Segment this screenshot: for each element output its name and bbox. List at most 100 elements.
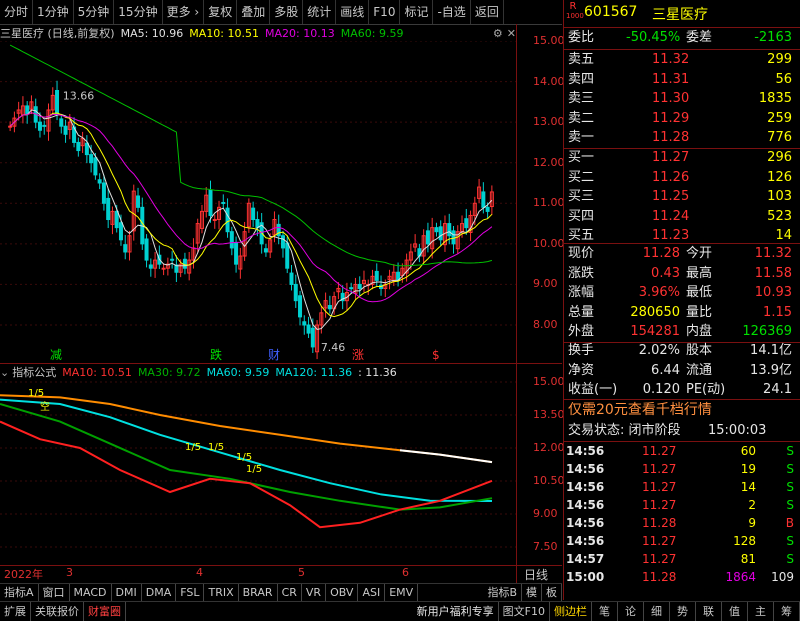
tick-side: S — [786, 444, 794, 458]
side-icon-6[interactable]: 主 — [748, 602, 774, 621]
close-chart-icon[interactable]: ✕ — [507, 27, 516, 40]
tab-8[interactable]: CR — [278, 584, 302, 602]
time-label-month-6: 6 — [402, 566, 409, 579]
period-label[interactable]: 日线 — [524, 566, 548, 583]
tick-row: 14:56 11.27 60 S — [566, 442, 798, 460]
candle-body — [451, 230, 456, 245]
bids-price: 11.26 — [652, 169, 690, 185]
expand-button[interactable]: 扩展 — [0, 602, 31, 621]
candle-body — [97, 179, 102, 184]
tab-0[interactable]: 指标A — [0, 584, 39, 602]
side-icon-1[interactable]: 论 — [618, 602, 644, 621]
toolbar-item-1[interactable]: 1分钟 — [33, 0, 74, 24]
stats-row: 总量 280650 量比 1.15 — [568, 303, 796, 323]
indicator-name[interactable]: 指标公式 — [12, 364, 56, 380]
time-label-year: 2022年 — [4, 568, 43, 581]
settings-gear-icon[interactable]: ⚙ — [493, 27, 503, 40]
asks-row: 卖三 11.30 1835 — [568, 89, 796, 109]
toolbar-item-9[interactable]: 画线 — [336, 0, 370, 24]
tick-row: 14:56 11.27 14 S — [566, 478, 798, 496]
sidebar-toggle[interactable]: 侧边栏 — [550, 602, 592, 621]
side-icon-0[interactable]: 笔 — [592, 602, 618, 621]
stats2-label-2: PE(动) — [686, 382, 726, 398]
tab-1[interactable]: 窗口 — [39, 584, 70, 602]
stats2-row: 收益(一) 0.120 PE(动) 24.1 — [568, 380, 796, 400]
stats2-label-1: 净资 — [568, 362, 595, 378]
asks-label: 卖二 — [568, 110, 595, 126]
tick-row: 14:57 11.27 81 S — [566, 550, 798, 568]
indicator-tabs: 指标A 窗口 MACD DMI DMA FSL TRIX BRAR CR VR OBV ASI EMV 指… — [0, 583, 562, 602]
side-icon-3[interactable]: 势 — [670, 602, 696, 621]
time-label-month-5: 5 — [298, 566, 305, 579]
y-tick-label: 9.00 — [533, 507, 558, 520]
tab-4[interactable]: DMA — [142, 584, 177, 602]
tab-14[interactable]: 模 — [522, 584, 542, 602]
tab-10[interactable]: OBV — [326, 584, 359, 602]
ma60-label: MA60: 9.59 — [340, 26, 404, 40]
tab-12[interactable]: EMV — [385, 584, 419, 602]
trade-state-row: 交易状态: 闭市阶段 15:00:03 — [568, 421, 796, 441]
tick-side: S — [786, 534, 794, 548]
stats-value-2: 1.15 — [763, 304, 792, 320]
toolbar-item-10[interactable]: F10 — [369, 0, 401, 24]
candle-body — [212, 219, 217, 222]
promo-link[interactable]: 新用户福利专享 — [413, 602, 499, 621]
candle-body — [447, 223, 452, 237]
tab-5[interactable]: FSL — [176, 584, 205, 602]
toolbar-item-5[interactable]: 复权 — [204, 0, 238, 24]
toolbar-item-7[interactable]: 多股 — [270, 0, 304, 24]
bids-label: 买五 — [568, 228, 595, 244]
stock-name: 三星医疗 — [652, 7, 708, 23]
toolbar-item-0[interactable]: 分时 — [0, 0, 34, 24]
stats-value-1: 0.43 — [651, 265, 680, 281]
tab-13[interactable]: 指标B — [483, 584, 522, 602]
toolbar-item-12[interactable]: -自选 — [433, 0, 471, 24]
wealth-circle-button[interactable]: 财富圈 — [84, 602, 126, 621]
indicator-chart[interactable]: 1/5空1/5 1/51/51/5 — [0, 380, 516, 565]
bids-row: 买二 11.26 126 — [568, 168, 796, 188]
indicator-mark: 1/5 — [236, 452, 252, 463]
tab-9[interactable]: VR — [302, 584, 327, 602]
tick-side: S — [786, 462, 794, 476]
toolbar-item-6[interactable]: 叠加 — [237, 0, 271, 24]
depth-promo-text[interactable]: 仅需20元查看千档行情 — [568, 402, 712, 418]
f10-button[interactable]: 图文F10 — [499, 602, 550, 621]
candle-body — [434, 227, 439, 233]
candle-body — [285, 242, 290, 269]
toolbar-item-8[interactable]: 统计 — [303, 0, 337, 24]
tick-price: 11.27 — [642, 552, 677, 566]
side-icon-4[interactable]: 联 — [696, 602, 722, 621]
tab-6[interactable]: TRIX — [204, 584, 239, 602]
collapse-icon[interactable]: ⌄ — [0, 366, 9, 379]
tick-time: 14:56 — [566, 444, 605, 458]
tab-2[interactable]: MACD — [70, 584, 112, 602]
stats-value-2: 11.32 — [754, 246, 792, 261]
toolbar-item-2[interactable]: 5分钟 — [74, 0, 115, 24]
quote-panel: R 1000 601567 三星医疗 委比 -50.45% 委差 -2163 卖… — [563, 0, 800, 600]
tab-15[interactable]: 板 — [542, 584, 562, 602]
toolbar-item-4[interactable]: 更多 › — [163, 0, 205, 24]
tab-11[interactable]: ASI — [358, 584, 386, 602]
tick-volume: 9 — [748, 516, 756, 530]
candle-body — [438, 226, 443, 241]
tab-3[interactable]: DMI — [112, 584, 142, 602]
stats-label-2: 内盘 — [686, 324, 713, 340]
stats2-value-2: 14.1亿 — [750, 343, 792, 358]
side-icon-2[interactable]: 细 — [644, 602, 670, 621]
toolbar-item-3[interactable]: 15分钟 — [114, 0, 163, 24]
related-quote-button[interactable]: 关联报价 — [31, 602, 84, 621]
ma120-tail — [399, 449, 493, 464]
bids-row: 买四 11.24 523 — [568, 207, 796, 227]
side-icon-7[interactable]: 筹 — [774, 602, 800, 621]
depth-promo[interactable]: 仅需20元查看千档行情 — [568, 400, 796, 420]
candle-body — [349, 287, 354, 290]
tick-time: 14:57 — [566, 552, 605, 566]
side-icon-5[interactable]: 值 — [722, 602, 748, 621]
toolbar-item-13[interactable]: 返回 — [471, 0, 504, 24]
toolbar-item-11[interactable]: 标记 — [400, 0, 434, 24]
stats-value-1: 3.96% — [638, 285, 680, 301]
tab-7[interactable]: BRAR — [239, 584, 278, 602]
candle-body — [182, 258, 187, 269]
candlestick-chart[interactable]: 13.66 7.46 减 跌 财 涨 $ — [0, 41, 516, 363]
signal-marker: $ — [432, 348, 440, 362]
